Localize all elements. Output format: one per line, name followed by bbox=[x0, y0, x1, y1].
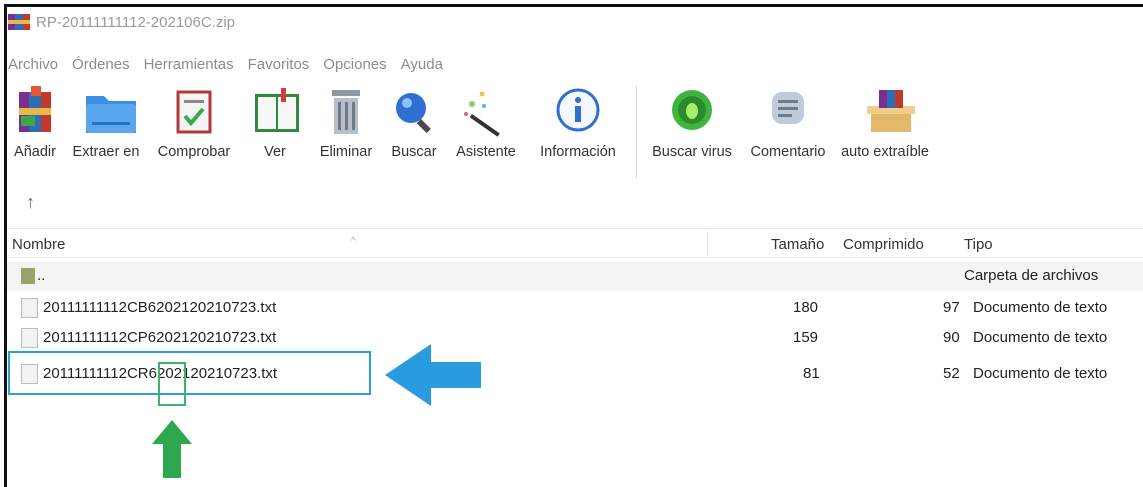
file-name: 20111111112CB6202120210723.txt bbox=[43, 299, 277, 316]
folder-extract-icon bbox=[82, 86, 136, 138]
green-arrow-annotation bbox=[152, 420, 192, 483]
highlight-box-row bbox=[8, 351, 371, 395]
file-row-parent[interactable]: .. Carpeta de archivos bbox=[7, 262, 1143, 290]
book-view-icon bbox=[251, 86, 299, 138]
menu-archivo[interactable]: Archivo bbox=[8, 56, 58, 73]
file-name: .. bbox=[37, 267, 46, 284]
menu-ordenes[interactable]: Órdenes bbox=[72, 56, 130, 73]
magnifier-icon bbox=[390, 86, 438, 138]
menu-favoritos[interactable]: Favoritos bbox=[248, 56, 310, 73]
file-row[interactable]: 20111111112CB6202120210723.txt 180 97 Do… bbox=[7, 294, 1143, 322]
comment-button-label: Comentario bbox=[750, 144, 826, 160]
find-button[interactable]: Buscar bbox=[382, 86, 446, 160]
text-file-icon bbox=[21, 328, 38, 348]
file-packed: 52 bbox=[943, 365, 960, 382]
toolbar: Añadir Extraer en Comprobar Ver Eliminar… bbox=[6, 86, 935, 186]
delete-button-label: Eliminar bbox=[319, 144, 373, 160]
file-type: Documento de texto bbox=[973, 299, 1108, 316]
add-button[interactable]: Añadir bbox=[6, 86, 64, 160]
sfx-button-label: auto extraíble bbox=[841, 144, 929, 160]
folder-icon bbox=[21, 268, 35, 284]
comment-icon bbox=[764, 86, 812, 138]
view-button[interactable]: Ver bbox=[240, 86, 310, 160]
info-button-label: Información bbox=[540, 144, 616, 160]
file-row[interactable]: 20111111112CP6202120210723.txt 159 90 Do… bbox=[7, 324, 1143, 352]
file-size: 159 bbox=[793, 329, 819, 346]
virus-scan-button[interactable]: Buscar virus bbox=[643, 86, 741, 160]
window-title: RP-20111111112-202106C.zip bbox=[36, 13, 236, 31]
sfx-archive-icon bbox=[861, 86, 915, 138]
test-button[interactable]: Comprobar bbox=[148, 86, 240, 160]
wizard-wand-icon bbox=[462, 86, 510, 138]
up-folder-icon[interactable]: ↑ bbox=[26, 192, 35, 213]
menu-opciones[interactable]: Opciones bbox=[323, 56, 386, 73]
file-size: 81 bbox=[803, 365, 820, 382]
file-list-header: Nombre ^ Tamaño Comprimido Tipo bbox=[7, 228, 1143, 258]
column-name[interactable]: Nombre bbox=[12, 236, 65, 253]
winrar-app-icon bbox=[8, 14, 30, 30]
test-button-label: Comprobar bbox=[157, 144, 231, 160]
virus-scan-icon bbox=[668, 86, 716, 138]
info-icon bbox=[554, 86, 602, 138]
file-packed: 90 bbox=[943, 329, 960, 346]
trash-icon bbox=[322, 86, 370, 138]
column-type[interactable]: Tipo bbox=[964, 236, 993, 253]
extract-button-label: Extraer en bbox=[72, 144, 140, 160]
view-button-label: Ver bbox=[264, 144, 286, 160]
menu-ayuda[interactable]: Ayuda bbox=[401, 56, 443, 73]
blue-arrow-annotation bbox=[385, 344, 481, 411]
menu-herramientas[interactable]: Herramientas bbox=[144, 56, 234, 73]
file-type: Documento de texto bbox=[973, 365, 1108, 382]
text-file-icon bbox=[21, 298, 38, 318]
wizard-button-label: Asistente bbox=[456, 144, 516, 160]
sort-caret-icon: ^ bbox=[351, 236, 356, 247]
find-button-label: Buscar bbox=[391, 144, 437, 160]
sfx-button[interactable]: auto extraíble bbox=[835, 86, 935, 160]
info-button[interactable]: Información bbox=[526, 86, 630, 160]
header-divider bbox=[707, 231, 708, 257]
title-bar: RP-20111111112-202106C.zip bbox=[8, 10, 235, 34]
comment-button[interactable]: Comentario bbox=[741, 86, 835, 160]
file-type: Carpeta de archivos bbox=[964, 267, 1099, 284]
add-archive-icon bbox=[11, 86, 59, 138]
column-size[interactable]: Tamaño bbox=[771, 236, 824, 253]
add-button-label: Añadir bbox=[14, 144, 56, 160]
wizard-button[interactable]: Asistente bbox=[446, 86, 526, 160]
virus-scan-button-label: Buscar virus bbox=[652, 144, 732, 160]
toolbar-separator bbox=[636, 86, 637, 178]
menu-bar: Archivo Órdenes Herramientas Favoritos O… bbox=[8, 56, 443, 73]
test-check-icon bbox=[170, 86, 218, 138]
file-size: 180 bbox=[793, 299, 819, 316]
delete-button[interactable]: Eliminar bbox=[310, 86, 382, 160]
column-packed[interactable]: Comprimido bbox=[843, 236, 924, 253]
extract-button[interactable]: Extraer en bbox=[64, 86, 148, 160]
file-name: 20111111112CP6202120210723.txt bbox=[43, 329, 277, 346]
file-packed: 97 bbox=[943, 299, 960, 316]
file-type: Documento de texto bbox=[973, 329, 1108, 346]
highlight-box-letters bbox=[158, 362, 186, 406]
